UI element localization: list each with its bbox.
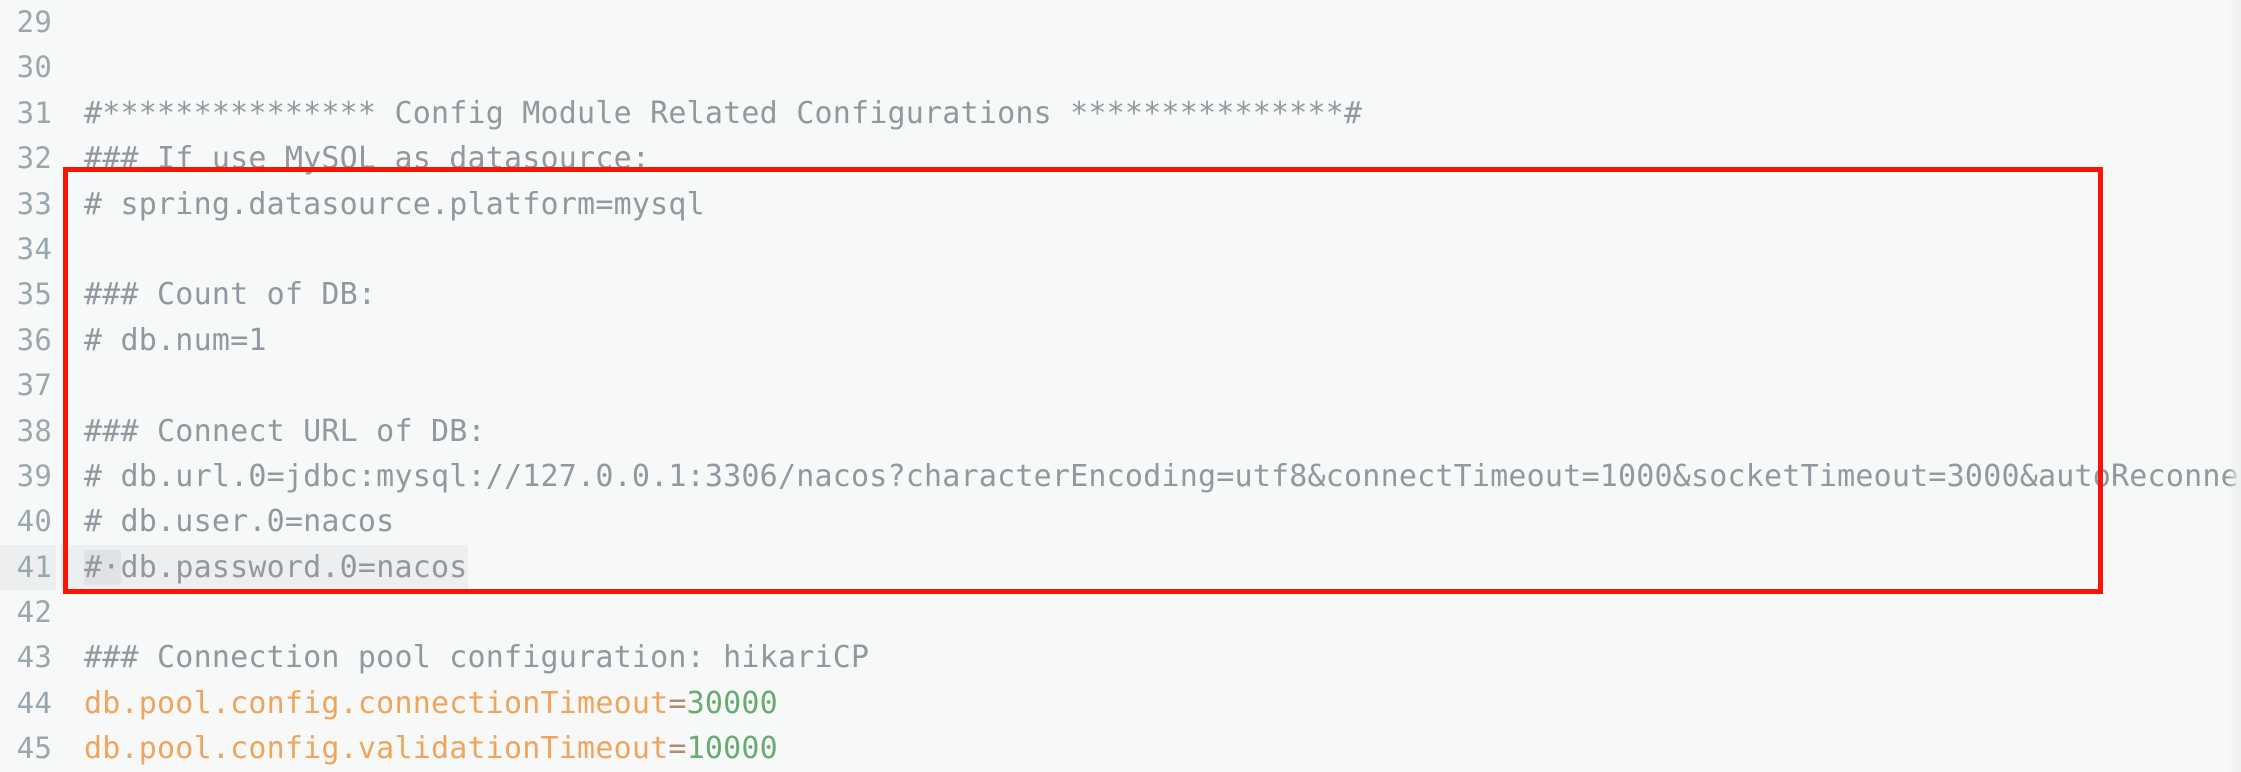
- code-token: ### Connection pool configuration: hikar…: [84, 640, 870, 676]
- code-line-text[interactable]: db.pool.config.connectionTimeout=30000: [60, 681, 778, 726]
- code-token: # db.num=1: [84, 322, 267, 358]
- code-line-text[interactable]: ### If use MySQL as datasource:: [60, 136, 650, 181]
- code-token: #*************** Config Module Related C…: [84, 95, 1363, 131]
- code-line-text[interactable]: [60, 363, 84, 408]
- line-number[interactable]: 45: [0, 726, 56, 771]
- code-token: =: [668, 685, 687, 721]
- code-editor[interactable]: 29 30 31 #*************** Config Module Rel…: [0, 0, 2241, 772]
- code-line[interactable]: 31 #*************** Config Module Related…: [0, 91, 2241, 136]
- code-line[interactable]: 36 # db.num=1: [0, 318, 2241, 363]
- code-line[interactable]: 42: [0, 590, 2241, 635]
- line-number[interactable]: 38: [0, 409, 56, 454]
- line-number[interactable]: 37: [0, 363, 56, 408]
- code-line[interactable]: 43 ### Connection pool configuration: hik…: [0, 635, 2241, 680]
- code-line[interactable]: 34: [0, 227, 2241, 272]
- line-number[interactable]: 30: [0, 45, 56, 90]
- code-line-text[interactable]: ### Connect URL of DB:: [60, 409, 486, 454]
- code-line[interactable]: 29: [0, 0, 2241, 45]
- code-line[interactable]: 33 # spring.datasource.platform=mysql: [0, 182, 2241, 227]
- line-number[interactable]: 36: [0, 318, 56, 363]
- code-line[interactable]: 45 db.pool.config.validationTimeout=10000: [0, 726, 2241, 771]
- code-token: # db.user.0=nacos: [84, 504, 395, 540]
- line-number[interactable]: 43: [0, 635, 56, 680]
- code-line-text[interactable]: # db.num=1: [60, 318, 267, 363]
- code-line[interactable]: 35 ### Count of DB:: [0, 272, 2241, 317]
- line-number[interactable]: 40: [0, 499, 56, 544]
- code-token: #·: [84, 549, 121, 585]
- code-line-text[interactable]: [60, 0, 84, 45]
- code-line-text[interactable]: [60, 590, 84, 635]
- code-line-text[interactable]: db.pool.config.validationTimeout=10000: [60, 726, 778, 771]
- code-token: 10000: [686, 731, 778, 767]
- code-token: db.pool.config.validationTimeout: [84, 731, 669, 767]
- code-line-text[interactable]: # db.user.0=nacos: [60, 499, 394, 544]
- code-line[interactable]: 44 db.pool.config.connectionTimeout=30000: [0, 681, 2241, 726]
- code-line-text[interactable]: [60, 227, 84, 272]
- code-line[interactable]: 37: [0, 363, 2241, 408]
- line-number[interactable]: 32: [0, 136, 56, 181]
- code-token: db.password.0=nacos: [120, 549, 468, 585]
- code-line-text[interactable]: #*************** Config Module Related C…: [60, 91, 1362, 136]
- code-token: =: [668, 731, 687, 767]
- code-line-text[interactable]: ### Connection pool configuration: hikar…: [60, 635, 869, 680]
- code-line[interactable]: 41 #·db.password.0=nacos: [0, 544, 2241, 591]
- code-token: # spring.datasource.platform=mysql: [84, 186, 705, 222]
- code-token: db.pool.config.connectionTimeout: [84, 685, 669, 721]
- code-token: ### Count of DB:: [84, 277, 377, 313]
- line-number[interactable]: 42: [0, 590, 56, 635]
- code-line-text[interactable]: #·db.password.0=nacos: [60, 544, 468, 591]
- screenshot-root: 29 30 31 #*************** Config Module Rel…: [0, 0, 2241, 772]
- line-number[interactable]: 39: [0, 454, 56, 499]
- line-number[interactable]: 29: [0, 0, 56, 45]
- code-line-text[interactable]: # spring.datasource.platform=mysql: [60, 182, 705, 227]
- code-token: ### If use MySQL as datasource:: [84, 141, 651, 177]
- code-line-text[interactable]: [60, 45, 84, 90]
- code-line[interactable]: 30: [0, 45, 2241, 90]
- code-line[interactable]: 32 ### If use MySQL as datasource:: [0, 136, 2241, 181]
- code-line-list[interactable]: 29 30 31 #*************** Config Module Rel…: [0, 0, 2241, 772]
- line-number[interactable]: 31: [0, 91, 56, 136]
- code-line[interactable]: 39 # db.url.0=jdbc:mysql://127.0.0.1:3306…: [0, 454, 2241, 499]
- code-line-text[interactable]: # db.url.0=jdbc:mysql://127.0.0.1:3306/n…: [60, 454, 2241, 499]
- code-token: 30000: [686, 685, 778, 721]
- line-number[interactable]: 44: [0, 681, 56, 726]
- code-token: # db.url.0=jdbc:mysql://127.0.0.1:3306/n…: [84, 458, 2241, 494]
- line-number[interactable]: 41: [0, 544, 56, 591]
- code-line[interactable]: 38 ### Connect URL of DB:: [0, 409, 2241, 454]
- code-line[interactable]: 40 # db.user.0=nacos: [0, 499, 2241, 544]
- line-number[interactable]: 33: [0, 182, 56, 227]
- line-number[interactable]: 35: [0, 272, 56, 317]
- code-token: ### Connect URL of DB:: [84, 413, 486, 449]
- code-line-text[interactable]: ### Count of DB:: [60, 272, 376, 317]
- line-number[interactable]: 34: [0, 227, 56, 272]
